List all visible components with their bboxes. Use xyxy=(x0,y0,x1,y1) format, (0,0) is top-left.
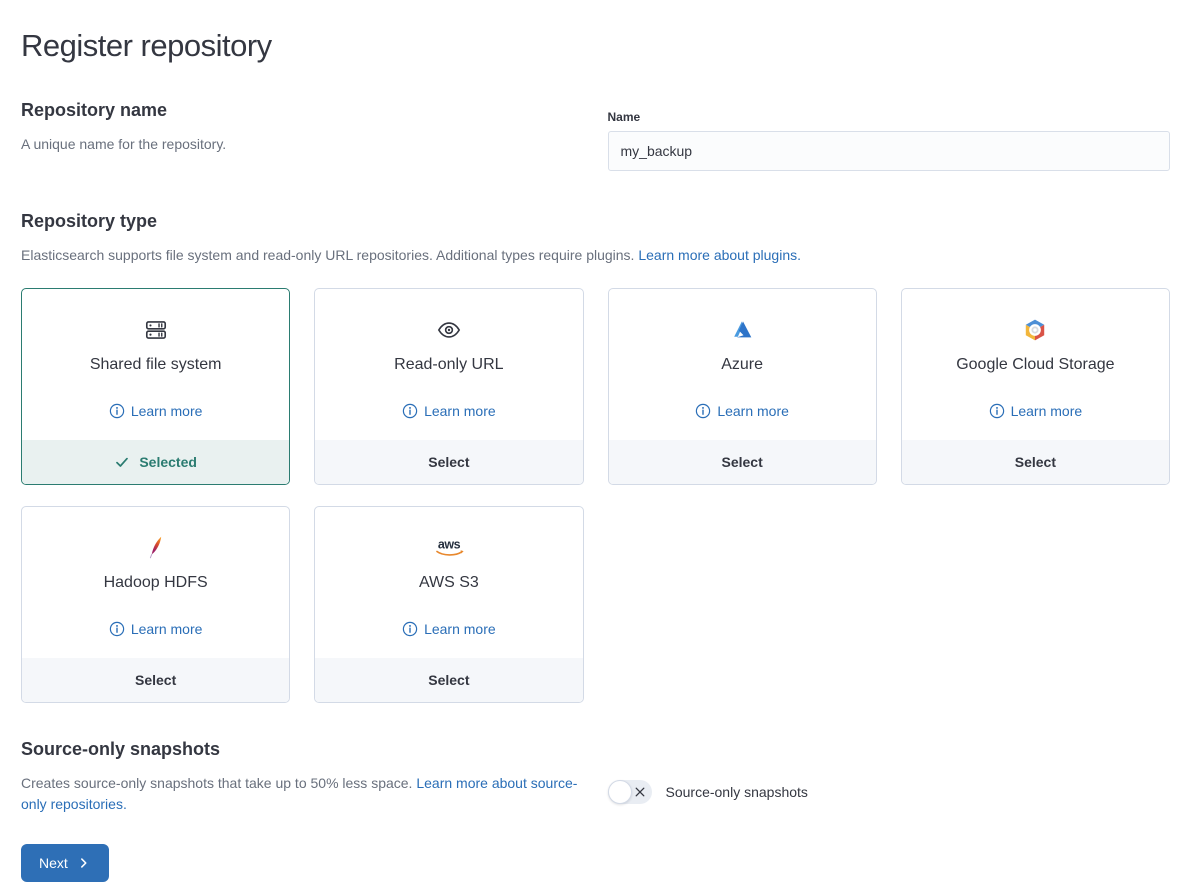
azure-logo-icon xyxy=(609,315,876,345)
repository-name-description: A unique name for the repository. xyxy=(21,134,584,155)
source-only-description: Creates source-only snapshots that take … xyxy=(21,773,584,815)
card-google-cloud-storage[interactable]: Google Cloud Storage Learn more Select xyxy=(901,288,1170,485)
repository-type-section: Repository type Elasticsearch supports f… xyxy=(21,211,1170,703)
eye-icon xyxy=(315,315,582,345)
source-only-text: Source-only snapshots Creates source-onl… xyxy=(21,739,584,815)
card-title: AWS S3 xyxy=(315,574,582,592)
repository-type-card-grid: Shared file system Learn more Selected xyxy=(21,288,1170,703)
source-only-description-text: Creates source-only snapshots that take … xyxy=(21,775,412,791)
learn-more-link[interactable]: Learn more xyxy=(989,403,1083,419)
repository-name-heading: Repository name xyxy=(21,100,584,121)
apache-feather-logo-icon xyxy=(22,533,289,563)
cross-icon xyxy=(634,786,646,798)
plugins-learn-more-link[interactable]: Learn more about plugins. xyxy=(638,247,801,263)
card-title: Azure xyxy=(609,356,876,374)
card-select-footer[interactable]: Select xyxy=(609,440,876,484)
svg-text:aws: aws xyxy=(438,538,461,552)
aws-logo-icon: aws xyxy=(315,533,582,563)
card-azure[interactable]: Azure Learn more Select xyxy=(608,288,877,485)
source-only-section: Source-only snapshots Creates source-onl… xyxy=(21,739,1170,815)
source-only-heading: Source-only snapshots xyxy=(21,739,584,760)
repository-name-text: Repository name A unique name for the re… xyxy=(21,100,584,171)
card-selected-footer[interactable]: Selected xyxy=(22,440,289,484)
card-title: Shared file system xyxy=(22,356,289,374)
source-only-toggle-row[interactable]: Source-only snapshots xyxy=(608,780,1171,804)
card-shared-file-system[interactable]: Shared file system Learn more Selected xyxy=(21,288,290,485)
card-aws-s3[interactable]: aws AWS S3 Learn more Select xyxy=(314,506,583,703)
card-select-footer[interactable]: Select xyxy=(315,658,582,702)
repository-name-section: Repository name A unique name for the re… xyxy=(21,100,1170,171)
check-icon xyxy=(114,454,130,470)
card-hadoop-hdfs[interactable]: Hadoop HDFS Learn more Select xyxy=(21,506,290,703)
card-select-footer[interactable]: Select xyxy=(902,440,1169,484)
info-icon xyxy=(109,403,125,419)
card-title: Hadoop HDFS xyxy=(22,574,289,592)
google-cloud-logo-icon xyxy=(902,315,1169,345)
name-field-label: Name xyxy=(608,110,1171,124)
learn-more-link[interactable]: Learn more xyxy=(695,403,789,419)
info-icon xyxy=(402,621,418,637)
card-title: Google Cloud Storage xyxy=(902,356,1169,374)
repository-name-input[interactable] xyxy=(608,131,1171,171)
card-title: Read-only URL xyxy=(315,356,582,374)
learn-more-link[interactable]: Learn more xyxy=(109,621,203,637)
card-select-footer[interactable]: Select xyxy=(22,658,289,702)
learn-more-link[interactable]: Learn more xyxy=(402,621,496,637)
storage-icon xyxy=(22,315,289,345)
card-select-footer[interactable]: Select xyxy=(315,440,582,484)
source-only-toggle-label[interactable]: Source-only snapshots xyxy=(666,784,808,800)
toggle-thumb xyxy=(608,780,632,804)
source-only-toggle-group: Source-only snapshots xyxy=(608,780,1171,815)
info-icon xyxy=(695,403,711,419)
chevron-right-icon xyxy=(77,856,91,870)
repository-name-field-group: Name xyxy=(608,110,1171,171)
page-title: Register repository xyxy=(21,28,1170,64)
info-icon xyxy=(989,403,1005,419)
repository-type-heading: Repository type xyxy=(21,211,1170,232)
learn-more-link[interactable]: Learn more xyxy=(402,403,496,419)
source-only-toggle[interactable] xyxy=(608,780,652,804)
repository-type-description: Elasticsearch supports file system and r… xyxy=(21,245,1170,266)
repository-type-description-text: Elasticsearch supports file system and r… xyxy=(21,247,634,263)
card-read-only-url[interactable]: Read-only URL Learn more Select xyxy=(314,288,583,485)
info-icon xyxy=(402,403,418,419)
info-icon xyxy=(109,621,125,637)
learn-more-link[interactable]: Learn more xyxy=(109,403,203,419)
next-button[interactable]: Next xyxy=(21,844,109,882)
